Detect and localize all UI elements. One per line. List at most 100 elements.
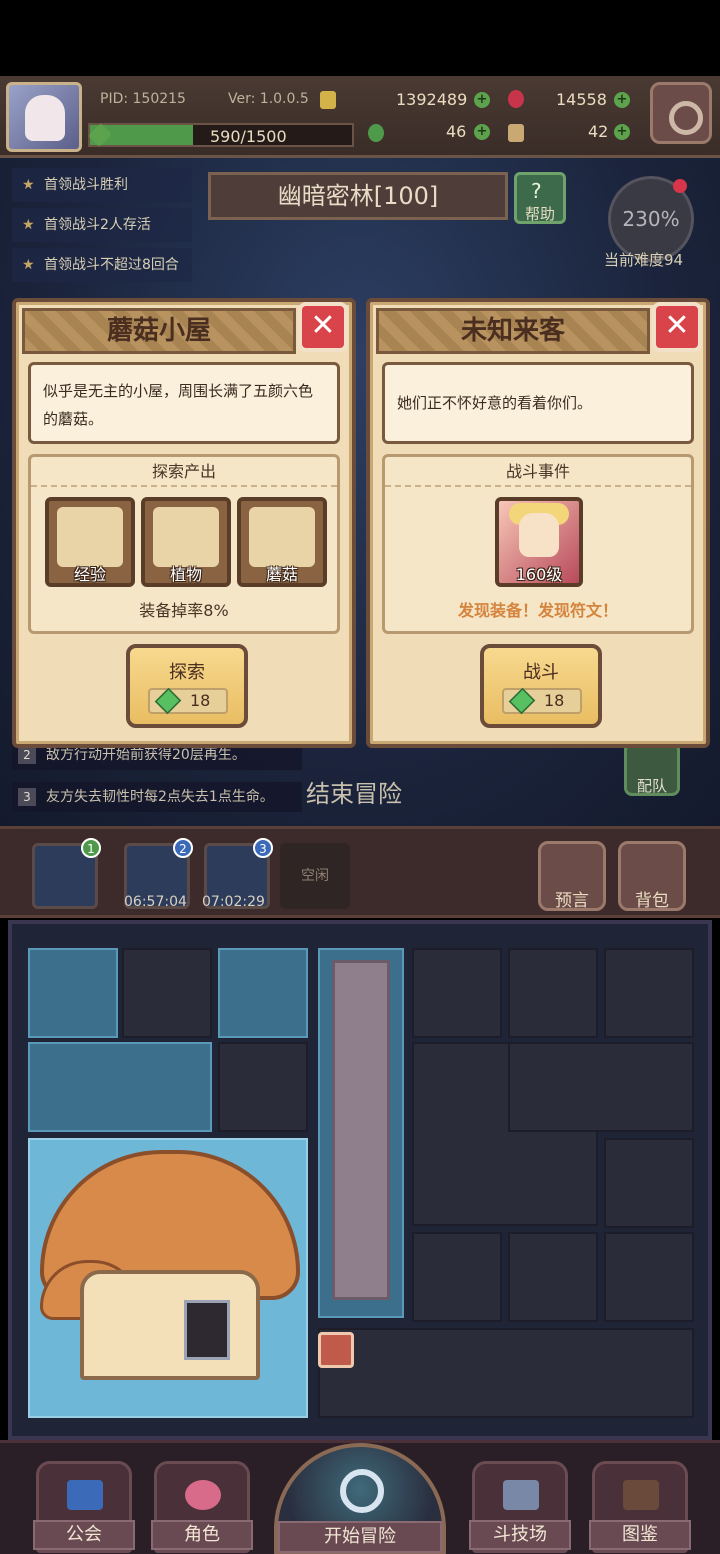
tower-pillar bbox=[332, 960, 390, 1300]
house-door[interactable] bbox=[184, 1300, 230, 1360]
player-avatar[interactable] bbox=[6, 82, 82, 152]
star-icon: ★ bbox=[22, 217, 35, 233]
green-gem-icon bbox=[154, 687, 182, 715]
idle-slot[interactable]: 空闲 bbox=[280, 843, 350, 909]
notification-dot bbox=[673, 179, 687, 193]
add-gem-icon[interactable]: + bbox=[614, 92, 630, 108]
team-button[interactable]: 配队 bbox=[624, 742, 680, 796]
map-tile[interactable] bbox=[604, 1138, 694, 1228]
cost-value: 18 bbox=[544, 691, 565, 710]
add-clover-icon[interactable]: + bbox=[474, 124, 490, 140]
nav-label: 图鉴 bbox=[589, 1520, 691, 1550]
output-slot-plant[interactable]: 植物 bbox=[141, 497, 231, 587]
party-number: 1 bbox=[81, 838, 101, 858]
guild-icon bbox=[67, 1480, 103, 1510]
battle-button[interactable]: 战斗 18 bbox=[480, 644, 602, 728]
slot-label: 蘑菇 bbox=[265, 565, 298, 584]
quest-item: ★ 首领战斗胜利 bbox=[12, 168, 192, 202]
quest-text: 首领战斗胜利 bbox=[44, 177, 128, 193]
add-gold-icon[interactable]: + bbox=[474, 92, 490, 108]
explore-button[interactable]: 探索 18 bbox=[126, 644, 248, 728]
map-tile[interactable] bbox=[412, 1232, 502, 1322]
action-label: 战斗 bbox=[523, 662, 559, 683]
end-adventure-button[interactable]: 结束冒险 bbox=[306, 774, 402, 809]
help-button[interactable]: ? 帮助 bbox=[514, 172, 566, 224]
output-slot-exp[interactable]: 经验 bbox=[45, 497, 135, 587]
map-tile[interactable] bbox=[318, 1328, 694, 1418]
enemy-portrait[interactable]: 160级 bbox=[495, 497, 583, 587]
slot-label: 植物 bbox=[169, 565, 202, 584]
map-tile[interactable] bbox=[28, 948, 118, 1038]
quest-item: ★ 首领战斗不超过8回合 bbox=[12, 248, 192, 282]
prophecy-button[interactable]: 预言 bbox=[538, 841, 606, 911]
party-number: 3 bbox=[253, 838, 273, 858]
nav-arena[interactable]: 斗技场 bbox=[469, 1461, 571, 1553]
map-tile[interactable] bbox=[28, 1042, 212, 1132]
map-tile[interactable] bbox=[412, 948, 502, 1038]
chest-icon[interactable] bbox=[318, 1332, 354, 1368]
book-icon bbox=[623, 1480, 659, 1510]
crossed-swords-icon bbox=[503, 1480, 539, 1510]
status-bar-area bbox=[0, 0, 720, 76]
quest-text: 首领战斗2人存活 bbox=[44, 217, 151, 233]
nav-character[interactable]: 角色 bbox=[151, 1461, 253, 1553]
difficulty-percent: 230% bbox=[622, 207, 680, 231]
team-label: 配队 bbox=[636, 777, 667, 795]
card-description: 似乎是无主的小屋，周围长满了五颜六色的蘑菇。 bbox=[28, 362, 340, 444]
cost-pill: 18 bbox=[148, 687, 228, 715]
add-key-icon[interactable]: + bbox=[614, 124, 630, 140]
settings-gear-button[interactable] bbox=[650, 82, 712, 144]
close-button[interactable]: ✕ bbox=[652, 302, 702, 352]
nav-label: 公会 bbox=[33, 1520, 135, 1550]
star-icon: ★ bbox=[22, 177, 35, 193]
start-adventure-button[interactable]: 开始冒险 bbox=[274, 1443, 446, 1554]
leaf-icon bbox=[153, 507, 219, 567]
map-tile[interactable] bbox=[508, 1232, 598, 1322]
enemy-level: 160级 bbox=[515, 565, 563, 584]
map-tile-tower[interactable] bbox=[318, 948, 404, 1318]
card-title: 蘑菇小屋 bbox=[22, 308, 296, 354]
nav-label: 开始冒险 bbox=[278, 1521, 442, 1553]
clover-icon bbox=[368, 124, 384, 142]
top-header: PID: 150215 Ver: 1.0.0.5 1392489 + 14558… bbox=[0, 76, 720, 158]
difficulty-label: 当前难度94 bbox=[604, 251, 684, 269]
mushroom-house-body bbox=[80, 1270, 260, 1380]
ruby-gem-icon bbox=[508, 90, 524, 108]
exp-icon bbox=[57, 507, 123, 567]
map-tile[interactable] bbox=[218, 948, 308, 1038]
slot-label: 经验 bbox=[73, 565, 106, 584]
party-number: 2 bbox=[173, 838, 193, 858]
xp-text: 590/1500 bbox=[210, 127, 287, 146]
rule-item: 3 友方失去韧性时每2点失去1点生命。 bbox=[12, 782, 302, 812]
gem-amount: 14558 bbox=[556, 90, 607, 109]
nav-guild[interactable]: 公会 bbox=[33, 1461, 135, 1553]
section-title: 探索产出 bbox=[31, 457, 337, 487]
rule-number: 2 bbox=[18, 746, 36, 764]
enemy-face bbox=[519, 513, 559, 557]
card-title: 未知来客 bbox=[376, 308, 650, 354]
map-tile[interactable] bbox=[508, 948, 598, 1038]
magnifier-icon bbox=[340, 1469, 384, 1513]
rule-text: 敌方行动开始前获得20层再生。 bbox=[46, 747, 246, 763]
map-tile[interactable] bbox=[508, 1042, 694, 1132]
map-tile[interactable] bbox=[218, 1042, 308, 1132]
nav-codex[interactable]: 图鉴 bbox=[589, 1461, 691, 1553]
gold-amount: 1392489 bbox=[396, 90, 468, 109]
map-tile[interactable] bbox=[604, 1232, 694, 1322]
output-section: 探索产出 经验 植物 蘑菇 装备掉率8% bbox=[28, 454, 340, 634]
close-button[interactable]: ✕ bbox=[298, 302, 348, 352]
section-title: 战斗事件 bbox=[385, 457, 691, 487]
output-slot-mushroom[interactable]: 蘑菇 bbox=[237, 497, 327, 587]
party-timer: 06:57:04 bbox=[124, 894, 187, 910]
map-tile[interactable] bbox=[122, 948, 212, 1038]
backpack-button[interactable]: 背包 bbox=[618, 841, 686, 911]
question-icon: ? bbox=[531, 179, 542, 203]
quest-text: 首领战斗不超过8回合 bbox=[44, 257, 179, 273]
action-label: 探索 bbox=[169, 662, 205, 683]
clover-amount: 46 bbox=[446, 122, 467, 141]
cost-pill: 18 bbox=[502, 687, 582, 715]
party-slot[interactable]: 1 bbox=[32, 838, 101, 909]
map-tile[interactable] bbox=[604, 948, 694, 1038]
rule-number: 3 bbox=[18, 788, 36, 806]
card-description: 她们正不怀好意的看着你们。 bbox=[382, 362, 694, 444]
